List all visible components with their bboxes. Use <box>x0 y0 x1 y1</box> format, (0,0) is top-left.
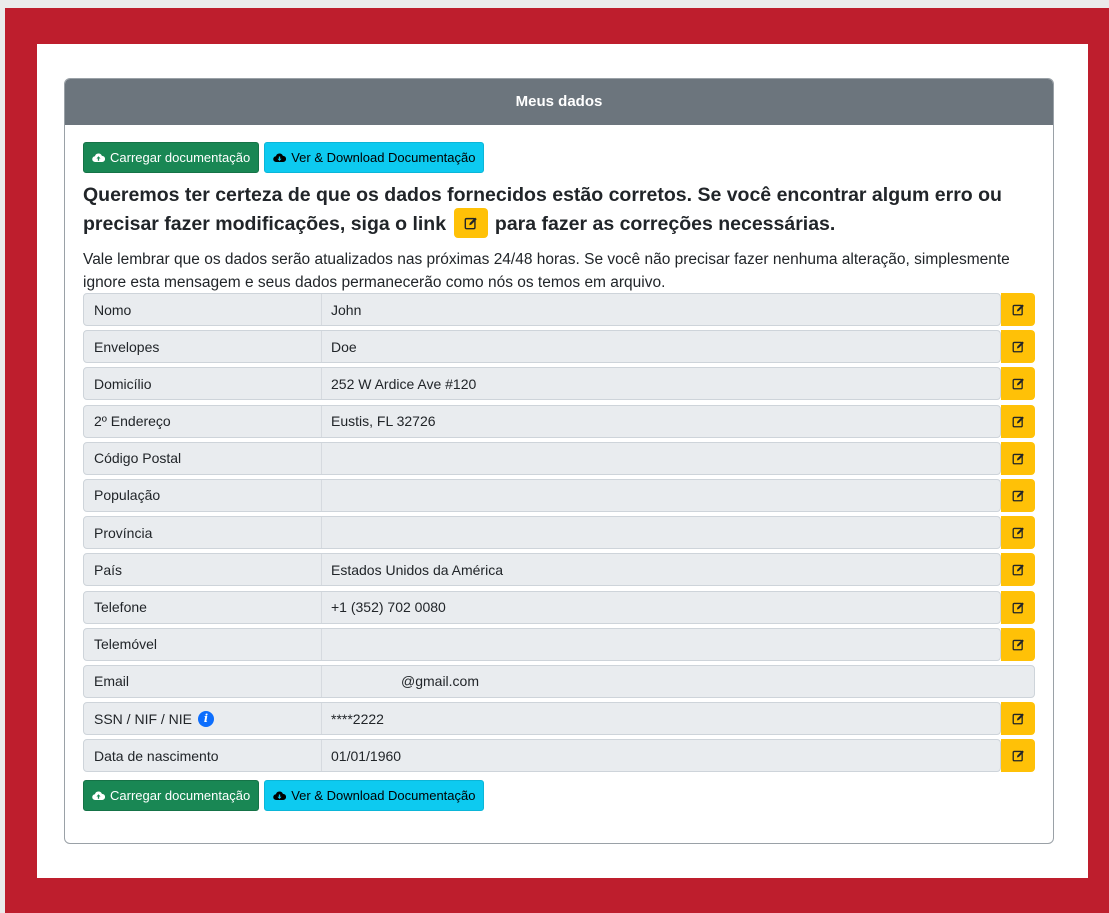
edit-button[interactable] <box>1001 404 1035 438</box>
edit-icon <box>1012 527 1024 539</box>
row-value: Estados Unidos da América <box>331 561 503 578</box>
row-label: Envelopes <box>84 331 322 363</box>
row-label-text: SSN / NIF / NIE <box>94 710 193 727</box>
edit-icon <box>453 207 488 238</box>
data-rows: Nomo John Envelopes Doe Domicílio 252 W Ard… <box>83 293 1035 773</box>
row-phone: Telefone +1 (352) 702 0080 <box>83 590 1035 624</box>
row-label: Telefone <box>84 591 322 623</box>
row-address-2: 2º Endereço Eustis, FL 32726 <box>83 404 1035 438</box>
headline-text-end: para fazer as correções necessárias. <box>494 213 836 235</box>
my-data-card: Meus dados Carregar documentação Ver & D… <box>64 78 1054 844</box>
upload-documentation-label: Carregar documentação <box>110 150 251 165</box>
upload-documentation-button[interactable]: Carregar documentação <box>83 142 260 173</box>
email-value: @gmail.com <box>401 673 480 690</box>
row-value: +1 (352) 702 0080 <box>331 599 446 615</box>
edit-icon <box>1012 341 1024 353</box>
card-title: Meus dados <box>65 79 1053 125</box>
upload-documentation-label: Carregar documentação <box>110 788 251 804</box>
edit-icon <box>1012 639 1024 651</box>
row-label: Nomo <box>84 294 322 325</box>
row-label: Email <box>84 665 322 697</box>
edit-icon <box>1012 750 1024 762</box>
edit-button[interactable] <box>1001 330 1035 364</box>
row-value: 252 W Ardice Ave #120 <box>331 375 477 392</box>
row-name: Nomo John <box>83 293 1035 326</box>
row-value: 01/01/1960 <box>331 747 402 764</box>
row-label: Telemóvel <box>84 628 322 660</box>
row-value: Eustis, FL 32726 <box>331 413 436 430</box>
cloud-download-icon <box>273 791 287 801</box>
view-download-documentation-button[interactable]: Ver & Download Documentação <box>264 780 485 812</box>
edit-button[interactable] <box>1001 293 1035 326</box>
edit-button[interactable] <box>1001 516 1035 550</box>
cloud-upload-icon <box>92 153 105 162</box>
update-notice: Vale lembrar que os dados serão atualiza… <box>83 251 1010 291</box>
row-email: Email @gmail.com <box>83 664 1035 698</box>
bottom-button-row: Carregar documentação Ver & Download Doc… <box>83 780 1035 812</box>
edit-icon <box>1012 564 1024 576</box>
row-label: Província <box>84 517 322 549</box>
edit-button[interactable] <box>1001 553 1035 587</box>
row-value: ****2222 <box>331 710 384 727</box>
row-label: País <box>84 554 322 586</box>
row-ssn: SSN / NIF / NIE i ****2222 <box>83 702 1035 736</box>
row-label: População <box>84 479 322 511</box>
row-surname: Envelopes Doe <box>83 330 1035 364</box>
edit-button[interactable] <box>1001 367 1035 401</box>
upload-documentation-button[interactable]: Carregar documentação <box>83 780 260 812</box>
view-download-documentation-label: Ver & Download Documentação <box>291 788 476 804</box>
edit-icon <box>1012 713 1024 725</box>
edit-button[interactable] <box>1001 739 1035 773</box>
row-mobile: Telemóvel <box>83 627 1035 661</box>
row-birth-date: Data de nascimento 01/01/1960 <box>83 739 1035 773</box>
row-address: Domicílio 252 W Ardice Ave #120 <box>83 367 1035 401</box>
row-label: 2º Endereço <box>84 405 322 437</box>
row-value: @gmail.com <box>322 673 479 689</box>
row-value: Doe <box>331 338 357 355</box>
row-city: População <box>83 478 1035 512</box>
edit-icon <box>1012 601 1024 613</box>
row-value: John <box>331 301 362 318</box>
view-download-documentation-button[interactable]: Ver & Download Documentação <box>264 142 485 173</box>
row-province: Província <box>83 516 1035 550</box>
row-postal-code: Código Postal <box>83 441 1035 475</box>
cloud-download-icon <box>273 153 287 162</box>
edit-button[interactable] <box>1001 478 1035 512</box>
edit-button[interactable] <box>1001 441 1035 475</box>
edit-icon <box>1012 490 1024 502</box>
edit-icon <box>1012 453 1024 465</box>
edit-icon <box>1012 416 1024 427</box>
row-label: Data de nascimento <box>84 740 322 772</box>
row-label: SSN / NIF / NIE i <box>84 703 322 735</box>
edit-button[interactable] <box>1001 702 1035 736</box>
view-download-documentation-label: Ver & Download Documentação <box>291 150 476 165</box>
row-country: País Estados Unidos da América <box>83 553 1035 587</box>
edit-button[interactable] <box>1001 590 1035 624</box>
edit-button[interactable] <box>1001 627 1035 661</box>
row-label: Código Postal <box>84 442 322 474</box>
edit-icon <box>1012 378 1024 390</box>
edit-icon <box>1012 304 1024 316</box>
info-icon[interactable]: i <box>198 710 215 727</box>
cloud-upload-icon <box>92 791 105 801</box>
top-button-row: Carregar documentação Ver & Download Doc… <box>83 142 1035 173</box>
row-label: Domicílio <box>84 368 322 400</box>
headline: Queremos ter certeza de que os dados for… <box>83 181 1035 239</box>
